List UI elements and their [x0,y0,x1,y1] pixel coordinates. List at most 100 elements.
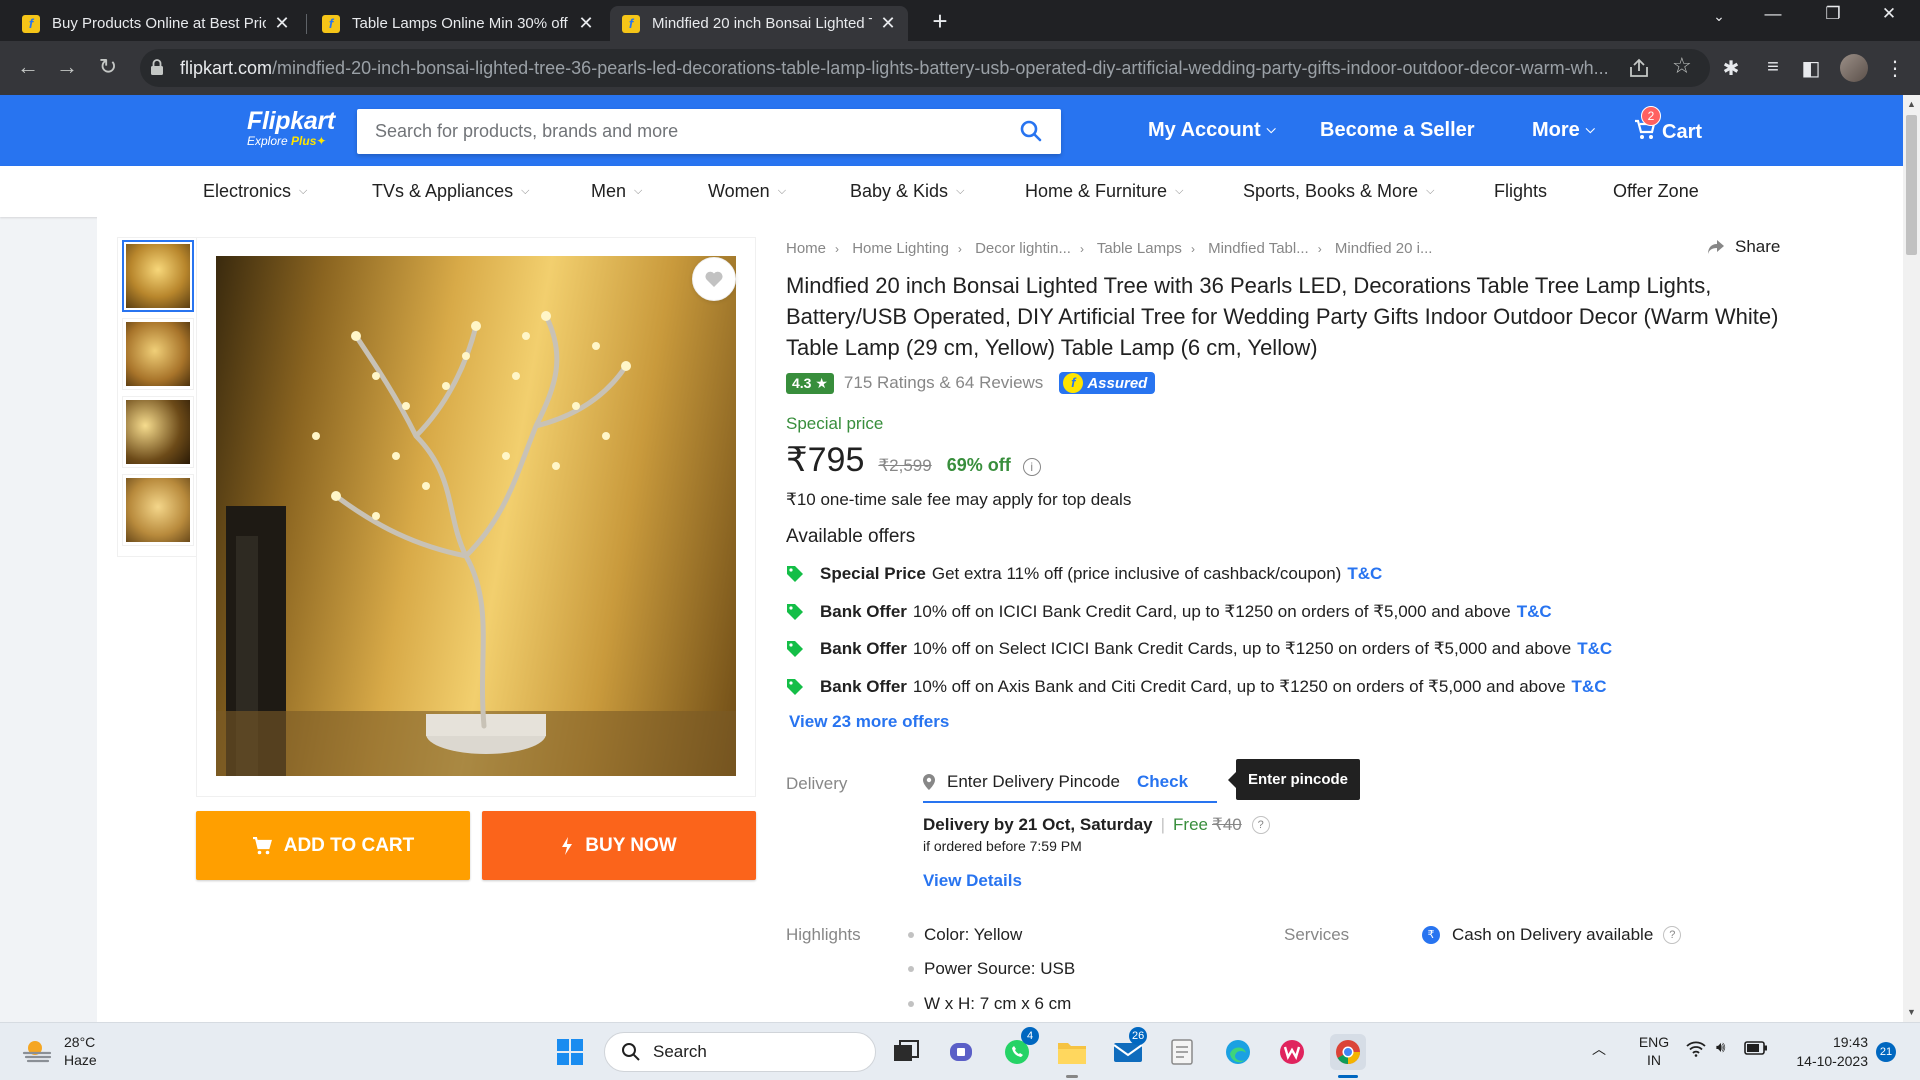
task-view-icon[interactable] [888,1034,924,1070]
original-price: ₹2,599 [878,456,932,475]
category-sports-books[interactable]: Sports, Books & More ⌵ [1243,181,1434,202]
more-menu[interactable]: More ⌵ [1532,119,1595,142]
taskbar-search[interactable]: Search [604,1032,876,1072]
rupee-coin-icon: ₹ [1422,926,1440,944]
page-scrollbar[interactable]: ▲ ▼ [1903,95,1920,1022]
notepad-icon[interactable] [1164,1034,1200,1070]
share-page-icon[interactable] [1628,57,1650,79]
side-panel-icon[interactable]: ◧ [1798,56,1824,81]
scroll-up-arrow-icon[interactable]: ▲ [1907,99,1916,109]
share-button[interactable]: Share [1707,237,1780,257]
chevron-right-icon: › [1317,242,1322,256]
view-more-offers-link[interactable]: View 23 more offers [789,712,949,732]
lock-icon[interactable] [150,59,164,75]
notification-count-badge[interactable]: 21 [1876,1042,1896,1062]
chevron-right-icon: › [957,242,962,256]
flipkart-logo[interactable]: Flipkart Explore Plus✦ [247,107,335,148]
offer-tc-link[interactable]: T&C [1577,639,1612,659]
close-window-button[interactable]: ✕ [1866,4,1912,24]
restore-button[interactable]: ❐ [1810,4,1856,24]
help-icon[interactable]: ? [1663,926,1682,944]
breadcrumb-link[interactable]: Decor lightin... [975,240,1071,257]
reload-icon[interactable]: ↻ [93,54,123,80]
profile-avatar[interactable] [1840,54,1868,82]
extensions-puzzle-icon[interactable]: ✱ [1718,56,1744,81]
heart-icon [705,271,723,287]
breadcrumb-link[interactable]: Home [786,240,826,257]
chrome-browser-icon[interactable] [1330,1034,1366,1070]
highlight-item: W x H: 7 cm x 6 cm [907,994,1072,1013]
forward-arrow-icon[interactable]: → [52,54,82,80]
product-main-image[interactable] [216,256,736,776]
input-language-indicator[interactable]: ENG IN [1636,1033,1672,1069]
help-icon[interactable]: ? [1251,816,1270,834]
start-button[interactable] [552,1034,588,1070]
offer-tc-link[interactable]: T&C [1572,677,1607,697]
discount-percent: 69% off [946,455,1011,475]
browser-tab-1[interactable]: f Buy Products Online at Best Price ✕ [10,6,302,41]
view-delivery-details-link[interactable]: View Details [923,871,1022,891]
breadcrumb-link[interactable]: Home Lighting [852,240,949,257]
close-tab-icon[interactable]: ✕ [274,13,290,34]
wps-office-icon[interactable] [1274,1034,1310,1070]
new-tab-button[interactable]: + [924,6,956,37]
scrollbar-thumb[interactable] [1906,115,1917,255]
category-flights[interactable]: Flights [1494,181,1547,202]
volume-icon[interactable]: 🔊︎ [1716,1039,1725,1056]
buy-now-button[interactable]: BUY NOW [482,811,756,880]
category-tvs-appliances[interactable]: TVs & Appliances ⌵ [372,181,529,202]
rating-badge[interactable]: 4.3 ★ [786,372,834,394]
address-bar[interactable]: flipkart.com/mindfied-20-inch-bonsai-lig… [140,49,1710,87]
search-icon[interactable] [1019,119,1043,143]
my-account-menu[interactable]: My Account ⌵ [1148,119,1276,142]
battery-icon[interactable] [1744,1041,1768,1055]
tab-search-chevron-icon[interactable]: ⌄ [1696,8,1742,25]
offer-tag-icon [787,679,803,695]
breadcrumb-link[interactable]: Mindfied Tabl... [1208,240,1309,257]
file-explorer-icon[interactable] [1054,1034,1090,1070]
breadcrumb-link[interactable]: Table Lamps [1097,240,1182,257]
search-input[interactable] [375,121,995,142]
category-baby-kids[interactable]: Baby & Kids ⌵ [850,181,964,202]
show-hidden-icons-chevron[interactable]: ︿ [1592,1039,1606,1059]
wifi-icon[interactable] [1686,1041,1706,1057]
ratings-reviews-count[interactable]: 715 Ratings & 64 Reviews [844,373,1043,393]
product-thumbnail[interactable] [122,474,194,546]
wishlist-button[interactable] [692,257,736,301]
minimize-button[interactable]: — [1750,4,1796,24]
pincode-field: Check [923,763,1217,803]
add-to-cart-button[interactable]: ADD TO CART [196,811,470,880]
browser-menu-icon[interactable]: ⋮ [1882,56,1908,81]
offer-tc-link[interactable]: T&C [1517,602,1552,622]
browser-tab-2[interactable]: f Table Lamps Online Min 30% off ✕ [310,6,606,41]
offer-tc-link[interactable]: T&C [1347,564,1382,584]
teams-chat-icon[interactable] [944,1034,980,1070]
weather-widget[interactable]: 28°C Haze [22,1033,97,1069]
breadcrumb-link[interactable]: Mindfied 20 i... [1335,240,1433,257]
price-info-icon[interactable]: i [1022,458,1041,476]
edge-browser-icon[interactable] [1220,1034,1256,1070]
product-thumbnail[interactable] [122,240,194,312]
browser-tab-3-active[interactable]: f Mindfied 20 inch Bonsai Lighted Tree ✕ [610,6,908,41]
delivery-label: Delivery [786,774,848,793]
category-home-furniture[interactable]: Home & Furniture ⌵ [1025,181,1183,202]
category-offer-zone[interactable]: Offer Zone [1613,181,1699,202]
category-electronics[interactable]: Electronics ⌵ [203,181,307,202]
back-arrow-icon[interactable]: ← [13,54,43,80]
pincode-input[interactable] [947,772,1127,792]
tab-separator [306,14,307,34]
become-seller-link[interactable]: Become a Seller [1320,119,1475,142]
system-clock[interactable]: 19:43 14-10-2023 [1788,1033,1868,1071]
running-indicator [1066,1075,1078,1078]
product-thumbnail[interactable] [122,318,194,390]
category-women[interactable]: Women ⌵ [708,181,786,202]
check-pincode-button[interactable]: Check [1137,772,1188,792]
close-tab-icon[interactable]: ✕ [578,13,594,34]
scroll-down-arrow-icon[interactable]: ▼ [1907,1007,1916,1017]
media-queue-icon[interactable]: ≡ [1760,56,1786,79]
category-men[interactable]: Men ⌵ [591,181,642,202]
chevron-down-icon: ⌵ [1266,122,1276,136]
close-tab-icon[interactable]: ✕ [880,13,896,34]
bookmark-star-icon[interactable]: ☆ [1672,53,1692,79]
product-thumbnail[interactable] [122,396,194,468]
